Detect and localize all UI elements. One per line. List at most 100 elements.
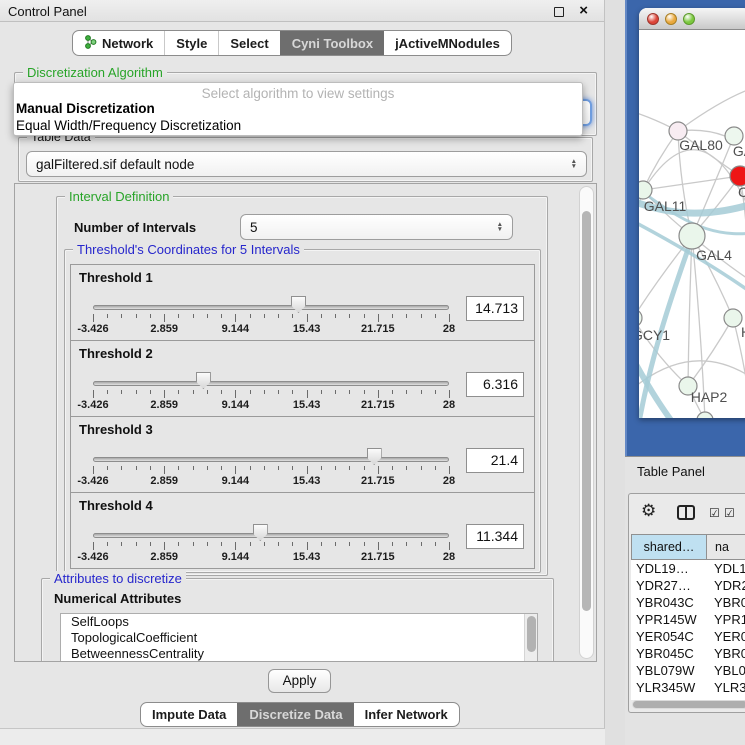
minimize-light[interactable]: [665, 13, 677, 25]
table-body: YDL19…YDL1YDR27…YDR2YBR043CYBR0YPR145WYP…: [631, 560, 745, 700]
slider-track[interactable]: [93, 381, 449, 386]
network-node-h[interactable]: [724, 309, 742, 327]
table-cell[interactable]: YPR1: [707, 611, 745, 628]
close-light[interactable]: [647, 13, 659, 25]
algorithm-dropdown-popup: Select algorithm to view settings Manual…: [13, 82, 583, 136]
table-row[interactable]: YDL19…YDL1: [631, 560, 745, 577]
threshold-row-3: Threshold 3-3.4262.8599.14415.4321.71528…: [70, 416, 535, 493]
table-cell[interactable]: YBR0: [707, 594, 745, 611]
table-row[interactable]: YBR045CYBR0: [631, 645, 745, 662]
slider-thumb[interactable]: [291, 296, 306, 313]
attribute-list-item[interactable]: SelfLoops: [61, 614, 537, 630]
network-canvas[interactable]: GAL80GACGAL11GAL4GCY1HHAP2: [639, 30, 745, 418]
table-panel: Table Panel ⚙ ☑ ☑ shared… na YDL19…YDL1Y…: [625, 456, 745, 745]
network-node-label: C: [738, 184, 745, 200]
slider-thumb[interactable]: [367, 448, 382, 465]
tab-select[interactable]: Select: [218, 31, 279, 55]
threshold-value-field[interactable]: 6.316: [466, 372, 524, 397]
settings-vertical-scrollbar[interactable]: [579, 186, 594, 659]
float-window-icon[interactable]: [554, 7, 564, 17]
control-panel-tabbar: Network Style Select Cyni Toolbox jActiv…: [72, 30, 512, 56]
tab-network[interactable]: Network: [73, 31, 164, 55]
attribute-list-item[interactable]: TopologicalCoefficient: [61, 630, 537, 646]
tab-jactivemnodules[interactable]: jActiveMNodules: [384, 31, 511, 55]
table-cell[interactable]: YBL0: [707, 662, 745, 679]
attribute-list-item[interactable]: BetweennessCentrality: [61, 646, 537, 662]
table-row[interactable]: YPR145WYPR1: [631, 611, 745, 628]
table-cell[interactable]: YDR27…: [631, 577, 707, 594]
dropdown-option-manual[interactable]: Manual Discretization: [14, 100, 582, 117]
number-of-intervals-label: Number of Intervals: [74, 220, 196, 235]
network-edge: [678, 85, 745, 131]
table-row[interactable]: YLR345WYLR3: [631, 679, 745, 696]
threshold-label: Threshold 3: [79, 422, 153, 437]
table-cell[interactable]: YPR145W: [631, 611, 707, 628]
attributes-scrollbar[interactable]: [524, 614, 537, 662]
slider-thumb[interactable]: [196, 372, 211, 389]
network-node[interactable]: [697, 412, 713, 418]
tab-impute-data[interactable]: Impute Data: [141, 703, 237, 726]
table-row[interactable]: YER054CYER0: [631, 628, 745, 645]
table-cell[interactable]: YDL1: [707, 560, 745, 577]
network-node-gal11[interactable]: [639, 181, 652, 199]
slider-ticks: [93, 314, 449, 323]
network-icon: [84, 35, 97, 52]
table-row[interactable]: YDR27…YDR2: [631, 577, 745, 594]
dropdown-option-equal-width[interactable]: Equal Width/Frequency Discretization: [14, 117, 582, 134]
table-scrollbar-thumb[interactable]: [633, 701, 745, 708]
attributes-scrollbar-thumb[interactable]: [527, 616, 536, 652]
table-data-combobox[interactable]: galFiltered.sif default node ▲▼: [26, 151, 587, 177]
table-cell[interactable]: YLR345W: [631, 679, 707, 696]
control-panel-footer: [0, 728, 605, 745]
tab-discretize-data[interactable]: Discretize Data: [237, 703, 353, 726]
table-cell[interactable]: YDR2: [707, 577, 745, 594]
slider-tick-labels: -3.4262.8599.14415.4321.71528: [93, 399, 449, 411]
slider-track[interactable]: [93, 533, 449, 538]
zoom-light[interactable]: [683, 13, 695, 25]
threshold-value-field[interactable]: 21.4: [466, 448, 524, 473]
node-table: shared… na YDL19…YDL1YDR27…YDR2YBR043CYB…: [631, 534, 745, 700]
threshold-row-4: Threshold 4-3.4262.8599.14415.4321.71528…: [70, 492, 535, 569]
network-node-gcy1[interactable]: [639, 309, 642, 327]
table-cell[interactable]: YER054C: [631, 628, 707, 645]
network-edge: [643, 131, 678, 190]
traffic-lights: [647, 13, 695, 25]
numerical-attributes-list: SelfLoopsTopologicalCoefficientBetweenne…: [60, 613, 538, 662]
slider-thumb[interactable]: [253, 524, 268, 541]
apply-button[interactable]: Apply: [268, 669, 331, 693]
combo-stepper-icon: ▲▼: [571, 159, 577, 170]
table-cell[interactable]: YLR3: [707, 679, 745, 696]
network-node-gal4[interactable]: [679, 223, 705, 249]
interval-definition-label: Interval Definition: [65, 189, 173, 204]
column-header-name[interactable]: na: [707, 534, 745, 560]
table-cell[interactable]: YDL19…: [631, 560, 707, 577]
table-cell[interactable]: YBR0: [707, 645, 745, 662]
close-icon[interactable]: ×: [579, 2, 588, 19]
table-horizontal-scrollbar[interactable]: [632, 700, 745, 709]
slider-track[interactable]: [93, 305, 449, 310]
split-columns-icon[interactable]: [677, 505, 695, 520]
slider-ticks: [93, 542, 449, 551]
show-columns-checkbox-icon-2[interactable]: ☑: [724, 506, 735, 520]
network-node-label: GAL80: [679, 137, 723, 153]
settings-scrollbar-thumb[interactable]: [582, 211, 591, 611]
tab-cyni-toolbox[interactable]: Cyni Toolbox: [280, 31, 384, 55]
table-row[interactable]: YBR043CYBR0: [631, 594, 745, 611]
tab-style[interactable]: Style: [164, 31, 218, 55]
settings-scrollpane: Interval Definition Number of Intervals …: [14, 183, 597, 662]
threshold-value-field[interactable]: 11.344: [466, 524, 524, 549]
table-cell[interactable]: YER0: [707, 628, 745, 645]
number-of-intervals-combobox[interactable]: 5 ▲▼: [240, 214, 513, 240]
column-header-shared-name[interactable]: shared…: [631, 534, 707, 560]
table-row[interactable]: YBL079WYBL0: [631, 662, 745, 679]
table-cell[interactable]: YBL079W: [631, 662, 707, 679]
threshold-value-field[interactable]: 14.713: [466, 296, 524, 321]
gear-icon[interactable]: ⚙: [641, 502, 656, 519]
attributes-group: Attributes to discretize Numerical Attri…: [41, 578, 554, 662]
tab-infer-network[interactable]: Infer Network: [354, 703, 459, 726]
show-columns-checkbox-icon[interactable]: ☑: [709, 506, 720, 520]
slider-track[interactable]: [93, 457, 449, 462]
network-node-c[interactable]: [730, 166, 745, 186]
table-cell[interactable]: YBR043C: [631, 594, 707, 611]
table-cell[interactable]: YBR045C: [631, 645, 707, 662]
